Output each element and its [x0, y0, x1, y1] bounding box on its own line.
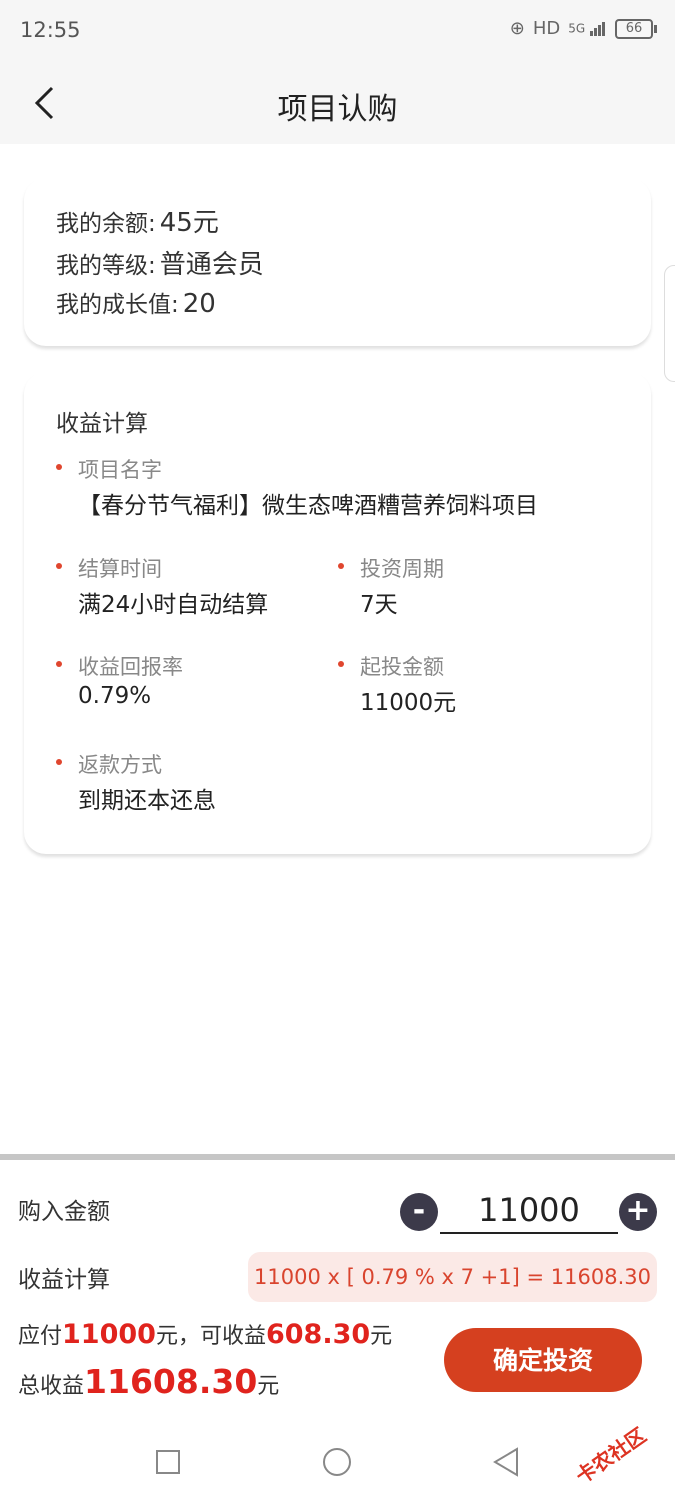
growth-label: 我的成长值:: [56, 292, 179, 318]
balance-label: 我的余额:: [56, 211, 156, 237]
rate-value: 0.79%: [78, 683, 152, 709]
pay-suffix: 元: [370, 1324, 393, 1349]
profit-amount: 608.30: [265, 1319, 371, 1350]
settle-value: 满24小时自动结算: [78, 592, 269, 618]
page-title: 项目认购: [277, 92, 398, 127]
pay-summary: 应付11000元，可收益608.30元: [18, 1318, 392, 1350]
system-icons: ⊕ HD 5G 66: [509, 18, 657, 39]
growth-value: 20: [182, 289, 216, 319]
level-label: 我的等级:: [56, 253, 156, 279]
pay-prefix: 应付: [18, 1324, 63, 1349]
home-button[interactable]: [317, 1442, 357, 1482]
min-value: 11000元: [360, 690, 457, 716]
level-value: 普通会员: [159, 250, 264, 280]
project-name-value: 【春分节气福利】微生态啤酒糟营养饲料项目: [78, 493, 538, 519]
period-label: 投资周期: [360, 557, 444, 581]
triangle-back-icon: [493, 1447, 518, 1477]
growth-row: 我的成长值: 20: [56, 285, 216, 319]
pay-amount: 11000: [62, 1319, 156, 1350]
confirm-invest-button[interactable]: 确定投资: [444, 1328, 642, 1392]
bullet-icon: [338, 661, 344, 667]
repay-value: 到期还本还息: [78, 788, 216, 814]
purchase-panel: 购入金额 - + 收益计算 11000 x [ 0.79 % x 7 +1] =…: [0, 1160, 675, 1420]
account-card: 我的余额: 45元 我的等级: 普通会员 我的成长值: 20: [24, 178, 651, 346]
settle-label: 结算时间: [78, 557, 162, 581]
square-icon: [156, 1450, 180, 1474]
battery-icon: 66: [615, 18, 657, 39]
rate-label: 收益回报率: [78, 655, 183, 679]
total-summary: 总收益11608.30元: [18, 1362, 279, 1401]
balance-value: 45元: [159, 208, 219, 238]
increase-button[interactable]: +: [619, 1193, 657, 1231]
min-label: 起投金额: [360, 655, 444, 679]
repay-label: 返款方式: [78, 753, 162, 777]
circle-icon: [323, 1448, 351, 1476]
amount-input[interactable]: [440, 1188, 618, 1234]
balance-row: 我的余额: 45元: [56, 202, 219, 239]
calc-label: 收益计算: [18, 1267, 110, 1293]
system-back-button[interactable]: [486, 1442, 526, 1482]
level-row: 我的等级: 普通会员: [56, 244, 264, 281]
period-value: 7天: [360, 592, 398, 618]
add-circle-icon: ⊕: [509, 18, 525, 39]
system-nav-bar: [0, 1420, 675, 1500]
signal-icon: 5G: [568, 21, 607, 36]
decrease-button[interactable]: -: [400, 1193, 438, 1231]
recent-apps-button[interactable]: [148, 1442, 188, 1482]
formula-box: 11000 x [ 0.79 % x 7 +1] = 11608.30: [248, 1252, 657, 1302]
total-prefix: 总收益: [18, 1374, 85, 1399]
amount-label: 购入金额: [18, 1199, 110, 1225]
network-label: HD: [532, 18, 561, 39]
total-amount: 11608.30: [84, 1362, 258, 1401]
side-tab[interactable]: [664, 265, 675, 382]
bullet-icon: [56, 563, 62, 569]
status-time: 12:55: [20, 18, 81, 42]
pay-mid: 元，可收益: [155, 1324, 266, 1349]
bullet-icon: [56, 464, 62, 470]
bullet-icon: [338, 563, 344, 569]
total-suffix: 元: [257, 1374, 280, 1399]
status-bar: 12:55 ⊕ HD 5G 66: [0, 0, 675, 62]
bullet-icon: [56, 661, 62, 667]
project-name-label: 项目名字: [78, 458, 162, 482]
section-title: 收益计算: [56, 411, 148, 437]
project-card: 收益计算 项目名字 【春分节气福利】微生态啤酒糟营养饲料项目 结算时间 满24小…: [24, 372, 651, 854]
nav-bar: 项目认购: [0, 62, 675, 144]
bullet-icon: [56, 759, 62, 765]
